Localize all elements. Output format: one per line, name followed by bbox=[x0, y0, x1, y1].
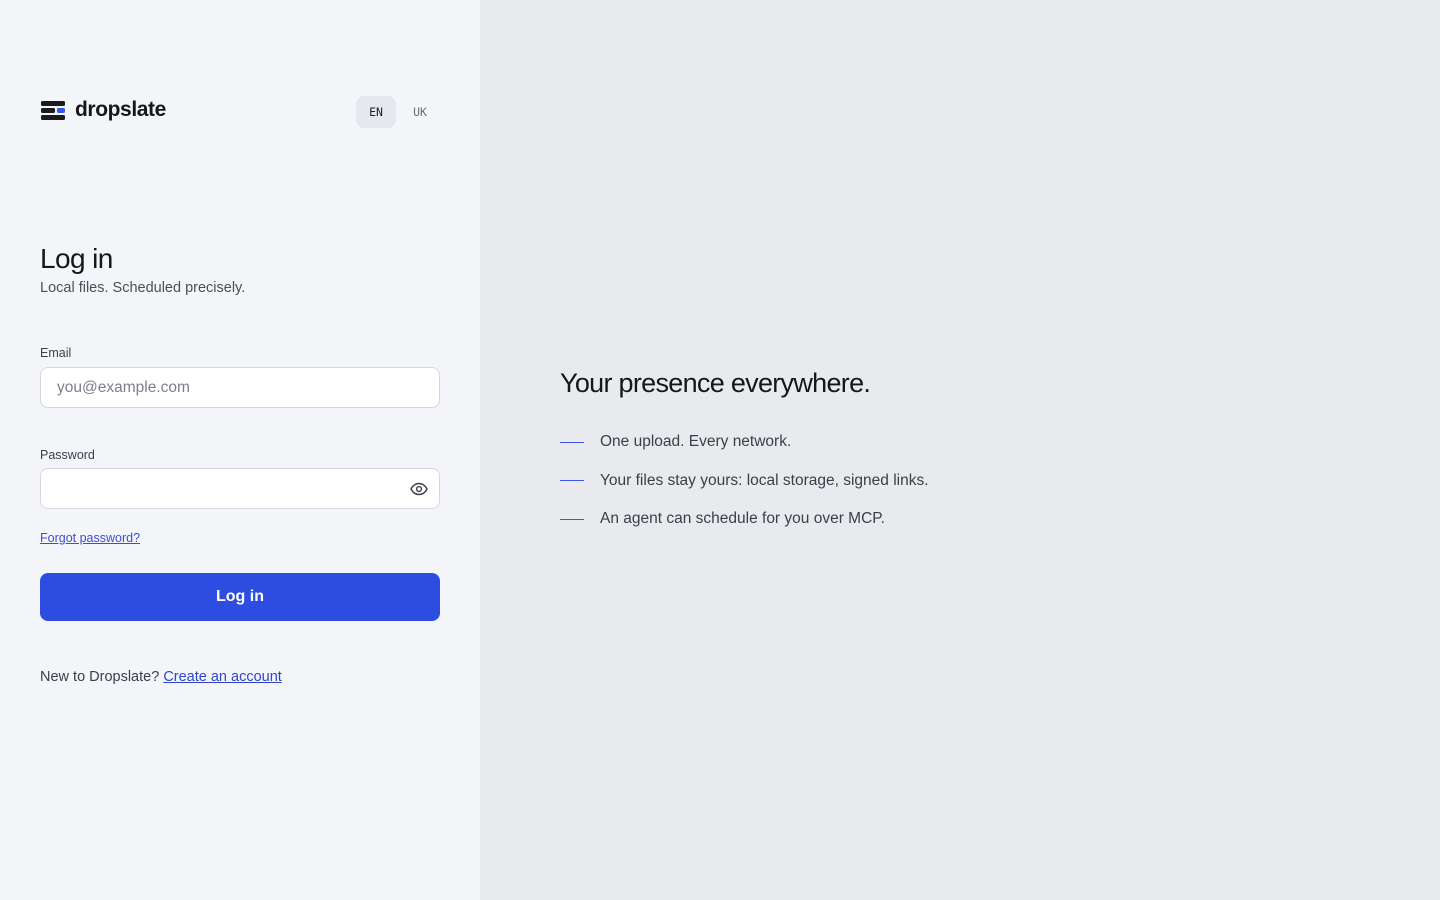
email-field[interactable] bbox=[40, 367, 440, 408]
eye-icon[interactable] bbox=[408, 479, 430, 499]
login-panel: dropslate EN UK Log in Local files. Sche… bbox=[0, 0, 480, 900]
language-option-uk[interactable]: UK bbox=[400, 96, 440, 128]
email-label: Email bbox=[40, 346, 72, 360]
dash-icon bbox=[560, 441, 584, 443]
list-item: An agent can schedule for you over MCP. bbox=[560, 509, 929, 529]
language-switcher: EN UK bbox=[356, 96, 440, 128]
login-button[interactable]: Log in bbox=[40, 573, 440, 621]
signup-prompt-text: New to Dropslate? bbox=[40, 669, 160, 685]
dash-icon bbox=[560, 480, 584, 481]
create-account-link[interactable]: Create an account bbox=[163, 669, 282, 685]
list-item: One upload. Every network. bbox=[560, 432, 929, 452]
feature-text: Your files stay yours: local storage, si… bbox=[600, 471, 929, 489]
list-item: Your files stay yours: local storage, si… bbox=[560, 471, 929, 491]
promo-tagline: Your presence everywhere. bbox=[560, 368, 871, 398]
feature-text: An agent can schedule for you over MCP. bbox=[600, 510, 885, 527]
language-option-en[interactable]: EN bbox=[356, 96, 396, 128]
dash-icon bbox=[560, 518, 584, 520]
password-label: Password bbox=[40, 448, 95, 462]
page-title: Log in bbox=[40, 243, 113, 274]
forgot-password-link[interactable]: Forgot password? bbox=[40, 531, 140, 545]
feature-text: One upload. Every network. bbox=[600, 433, 792, 450]
password-field[interactable] bbox=[40, 468, 440, 509]
feature-list: One upload. Every network. Your files st… bbox=[560, 432, 929, 548]
promo-panel: Your presence everywhere. One upload. Ev… bbox=[480, 0, 1440, 900]
login-page: dropslate EN UK Log in Local files. Sche… bbox=[0, 0, 1440, 900]
brand-name: dropslate bbox=[75, 98, 166, 121]
signup-prompt: New to Dropslate? Create an account bbox=[40, 669, 282, 685]
page-subtitle: Local files. Scheduled precisely. bbox=[40, 280, 246, 296]
dropslate-logo-icon bbox=[40, 99, 66, 121]
brand[interactable]: dropslate bbox=[40, 98, 166, 122]
